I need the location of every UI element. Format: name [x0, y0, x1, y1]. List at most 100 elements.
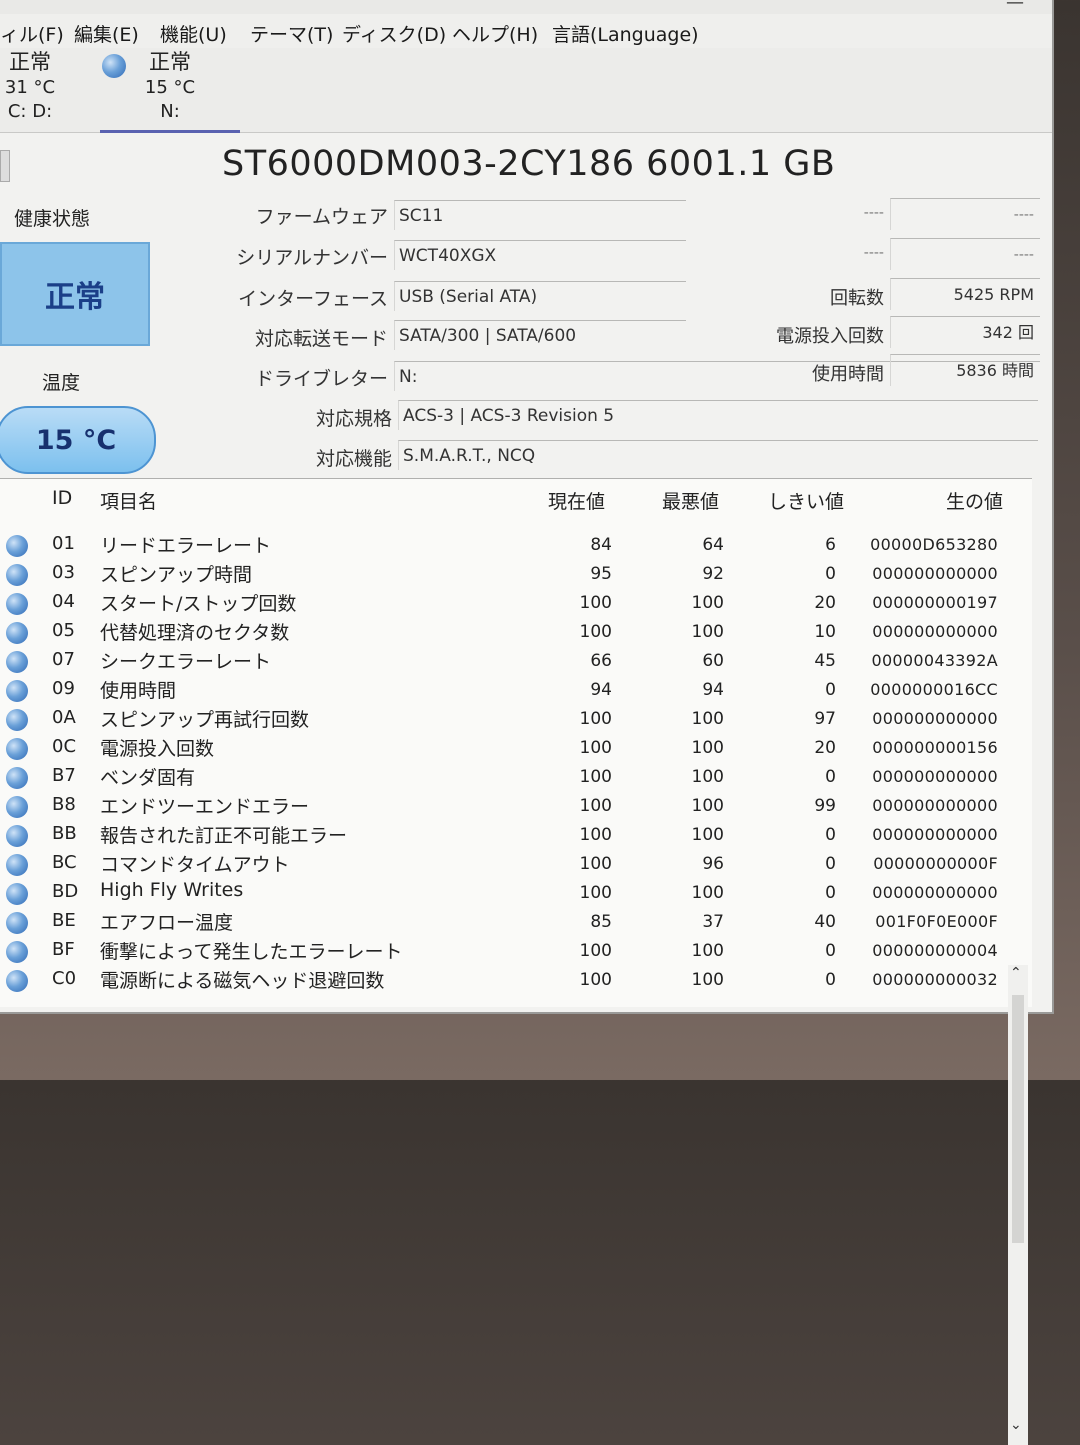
smart-row[interactable]: BC コマンドタイムアウト 100 96 0 00000000000F: [0, 850, 1010, 879]
attribute-id: BE: [52, 910, 76, 931]
attribute-id: 03: [52, 562, 75, 583]
smart-row[interactable]: B8 エンドツーエンドエラー 100 100 99 000000000000: [0, 792, 1010, 821]
status-good-icon: [6, 709, 28, 731]
status-good-icon: [6, 796, 28, 818]
interface-label: インターフェース: [238, 288, 388, 310]
threshold-value: 0: [825, 854, 836, 874]
worst-value: 100: [691, 796, 724, 816]
firmware-label: ファームウェア: [255, 206, 388, 228]
attribute-name: コマンドタイムアウト: [100, 854, 290, 876]
smart-row[interactable]: 09 使用時間 94 94 0 0000000016CC: [0, 676, 1010, 705]
drive-tab-c-d[interactable]: 正常 31 °C C: D:: [0, 48, 60, 130]
smart-row[interactable]: 03 スピンアップ時間 95 92 0 000000000000: [0, 560, 1010, 589]
current-value: 100: [579, 767, 612, 787]
raw-value: 000000000156: [872, 738, 998, 757]
threshold-value: 97: [814, 709, 836, 729]
menu-file[interactable]: ィル(F): [0, 20, 64, 47]
smart-row[interactable]: BE エアフロー温度 85 37 40 001F0F0E000F: [0, 908, 1010, 937]
standard-label: 対応規格: [315, 408, 392, 430]
worst-value: 96: [702, 854, 724, 874]
features-label: 対応機能: [315, 448, 392, 470]
smart-row[interactable]: 0C 電源投入回数 100 100 20 000000000156: [0, 734, 1010, 763]
serial-value: WCT40XGX: [394, 240, 686, 270]
unknown-value-1: ----: [890, 198, 1040, 230]
smart-row[interactable]: 07 シークエラーレート 66 60 45 00000043392A: [0, 647, 1010, 676]
vertical-scrollbar[interactable]: ⌃ ⌄: [1008, 965, 1028, 1445]
threshold-value: 6: [825, 535, 836, 555]
threshold-value: 0: [825, 825, 836, 845]
drive-tab-n[interactable]: 正常 15 °C N:: [100, 48, 240, 133]
drive-status: 正常: [9, 50, 51, 74]
worst-value: 100: [691, 970, 724, 990]
menu-edit[interactable]: 編集(E): [74, 20, 139, 47]
threshold-value: 20: [814, 738, 836, 758]
status-good-icon: [6, 767, 28, 789]
col-header-raw[interactable]: 生の値: [946, 487, 1003, 514]
current-value: 94: [590, 680, 612, 700]
attribute-name: スタート/ストップ回数: [100, 593, 297, 615]
worst-value: 100: [691, 825, 724, 845]
smart-row[interactable]: BD High Fly Writes 100 100 0 000000000000: [0, 879, 1010, 908]
temperature-value: 15 °C: [35, 424, 117, 456]
smart-row[interactable]: BF 衝撃によって発生したエラーレート 100 100 0 000000000004: [0, 937, 1010, 966]
threshold-value: 10: [814, 622, 836, 642]
menu-function[interactable]: 機能(U): [160, 20, 227, 47]
col-header-worst[interactable]: 最悪値: [662, 487, 719, 514]
prev-disk-button[interactable]: [0, 150, 10, 182]
smart-row[interactable]: 04 スタート/ストップ回数 100 100 20 000000000197: [0, 589, 1010, 618]
raw-value: 000000000000: [872, 709, 998, 728]
current-value: 100: [579, 796, 612, 816]
smart-row[interactable]: 05 代替処理済のセクタ数 100 100 10 000000000000: [0, 618, 1010, 647]
interface-value: USB (Serial ATA): [394, 281, 686, 311]
smart-row[interactable]: BB 報告された訂正不可能エラー 100 100 0 000000000000: [0, 821, 1010, 850]
attribute-name: スピンアップ再試行回数: [100, 709, 310, 731]
smart-row[interactable]: B7 ベンダ固有 100 100 0 000000000000: [0, 763, 1010, 792]
attribute-id: BB: [52, 823, 77, 844]
threshold-value: 20: [814, 593, 836, 613]
worst-value: 60: [702, 651, 724, 671]
power-on-count-label: 電源投入回数: [776, 326, 884, 347]
drive-letters: C: D:: [7, 101, 53, 122]
temperature-badge[interactable]: 15 °C: [0, 406, 156, 474]
health-label: 健康状態: [14, 208, 91, 230]
col-header-name[interactable]: 項目名: [100, 487, 157, 514]
disk-model-title: ST6000DM003-2CY186 6001.1 GB: [222, 144, 836, 184]
raw-value: 00000043392A: [871, 651, 998, 670]
scroll-thumb[interactable]: [1012, 995, 1024, 1243]
drive-temp: 15 °C: [144, 77, 196, 98]
menu-theme[interactable]: テーマ(T): [250, 20, 333, 47]
worst-value: 100: [691, 622, 724, 642]
smart-row[interactable]: C0 電源断による磁気ヘッド退避回数 100 100 0 000000000032: [0, 966, 1010, 995]
raw-value: 00000D653280: [870, 535, 998, 554]
attribute-name: 使用時間: [100, 680, 177, 702]
minimize-button[interactable]: —: [1006, 0, 1024, 13]
status-good-icon: [6, 883, 28, 905]
rotation-label: 回転数: [830, 288, 884, 309]
scroll-down-icon[interactable]: ⌄: [1010, 1417, 1022, 1433]
threshold-value: 40: [814, 912, 836, 932]
status-good-icon: [6, 564, 28, 586]
status-good-icon: [6, 622, 28, 644]
current-value: 66: [590, 651, 612, 671]
status-good-icon: [6, 825, 28, 847]
attribute-id: B7: [52, 765, 76, 786]
smart-row[interactable]: 0A スピンアップ再試行回数 100 100 97 000000000000: [0, 705, 1010, 734]
menu-disk[interactable]: ディスク(D): [342, 20, 446, 47]
raw-value: 000000000032: [872, 970, 998, 989]
transfer-mode-label: 対応転送モード: [254, 328, 388, 350]
menu-help[interactable]: ヘルプ(H): [452, 20, 538, 47]
scroll-up-icon[interactable]: ⌃: [1010, 965, 1022, 981]
attribute-name: 代替処理済のセクタ数: [100, 622, 290, 644]
worst-value: 100: [691, 767, 724, 787]
menu-language[interactable]: 言語(Language): [552, 20, 699, 47]
health-status-badge[interactable]: 正常: [0, 242, 150, 346]
col-header-threshold[interactable]: しきい値: [768, 487, 844, 514]
status-good-icon: [6, 535, 28, 557]
smart-row[interactable]: 01 リードエラーレート 84 64 6 00000D653280: [0, 531, 1010, 560]
temperature-label: 温度: [42, 372, 81, 394]
attribute-id: 0A: [52, 707, 76, 728]
attribute-id: B8: [52, 794, 76, 815]
col-header-current[interactable]: 現在値: [548, 487, 605, 514]
rotation-value: 5425 RPM: [890, 278, 1040, 310]
col-header-id[interactable]: ID: [52, 487, 72, 509]
